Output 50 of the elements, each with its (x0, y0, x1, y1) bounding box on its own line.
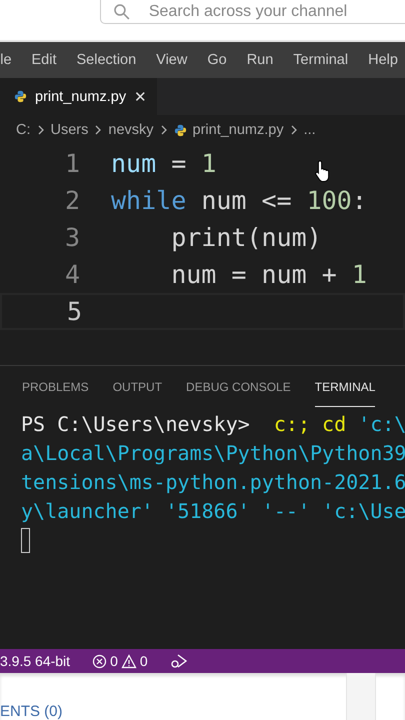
search-icon (113, 2, 131, 20)
editor-tab[interactable]: print_numz.py ✕ (0, 78, 158, 115)
line-number: 1 (64, 149, 81, 178)
panel-tab[interactable]: TERMINAL (314, 380, 376, 407)
hand-cursor-icon (314, 159, 332, 183)
chevron-icon (160, 125, 168, 135)
chevron-icon (36, 125, 44, 135)
debug-icon[interactable] (170, 653, 188, 669)
terminal-cursor (21, 528, 30, 553)
menu-item[interactable]: Go (207, 52, 227, 68)
breadcrumb-item[interactable]: ... (304, 122, 316, 138)
line-number: 2 (64, 186, 81, 215)
scrollbar[interactable] (346, 673, 376, 720)
breadcrumb-item[interactable]: nevsky (108, 122, 154, 138)
breadcrumb-item[interactable]: print_numz.py (192, 122, 284, 138)
search-field[interactable]: Search across your channel (100, 0, 405, 24)
warning-icon (120, 654, 137, 668)
close-icon[interactable]: ✕ (134, 88, 148, 106)
python-icon (174, 124, 187, 136)
terminal-line: a\Local\Programs\Python\Python39 (21, 440, 405, 467)
line-number: 4 (64, 260, 81, 289)
menu-item[interactable]: View (156, 52, 188, 68)
terminal-line: y\launcher' '51866' '--' 'c:\Use (21, 498, 405, 525)
menu-item[interactable]: ile (0, 52, 12, 68)
code-line: num = 1 (111, 149, 216, 178)
breadcrumb-item[interactable]: C: (16, 122, 30, 138)
chevron-icon (94, 125, 102, 135)
terminal-line: tensions\ms-python.python-2021.6 (21, 469, 405, 496)
panel-tab[interactable]: DEBUG CONSOLE (186, 380, 291, 400)
menu-item[interactable]: Selection (76, 52, 136, 68)
error-icon (92, 654, 108, 668)
breadcrumb-item[interactable]: Users (50, 122, 88, 138)
python-icon (14, 90, 27, 103)
terminal-line: PS C:\Users\nevsky> c:; cd 'c:\ (21, 411, 405, 438)
line-number: 5 (66, 297, 83, 326)
line-number: 3 (64, 223, 81, 252)
menu-item[interactable]: Run (246, 52, 274, 68)
panel-tab[interactable]: PROBLEMS (22, 380, 89, 400)
problems-status[interactable]: 0 0 (92, 653, 148, 669)
tab-label: print_numz.py (35, 88, 126, 104)
panel-tab[interactable]: OUTPUT (112, 380, 162, 400)
code-line: num = num + 1 (170, 260, 367, 289)
menu-item[interactable]: Edit (32, 52, 57, 68)
menu-item[interactable]: Terminal (293, 52, 348, 68)
chevron-icon (290, 125, 298, 135)
section-heading: ENTS (0) (0, 703, 63, 720)
interpreter-status[interactable]: 3.9.5 64-bit (0, 653, 70, 669)
code-line: print(num) (170, 223, 322, 252)
menu-item[interactable]: Help (368, 52, 398, 68)
code-line: while num <= 100: (111, 186, 367, 215)
